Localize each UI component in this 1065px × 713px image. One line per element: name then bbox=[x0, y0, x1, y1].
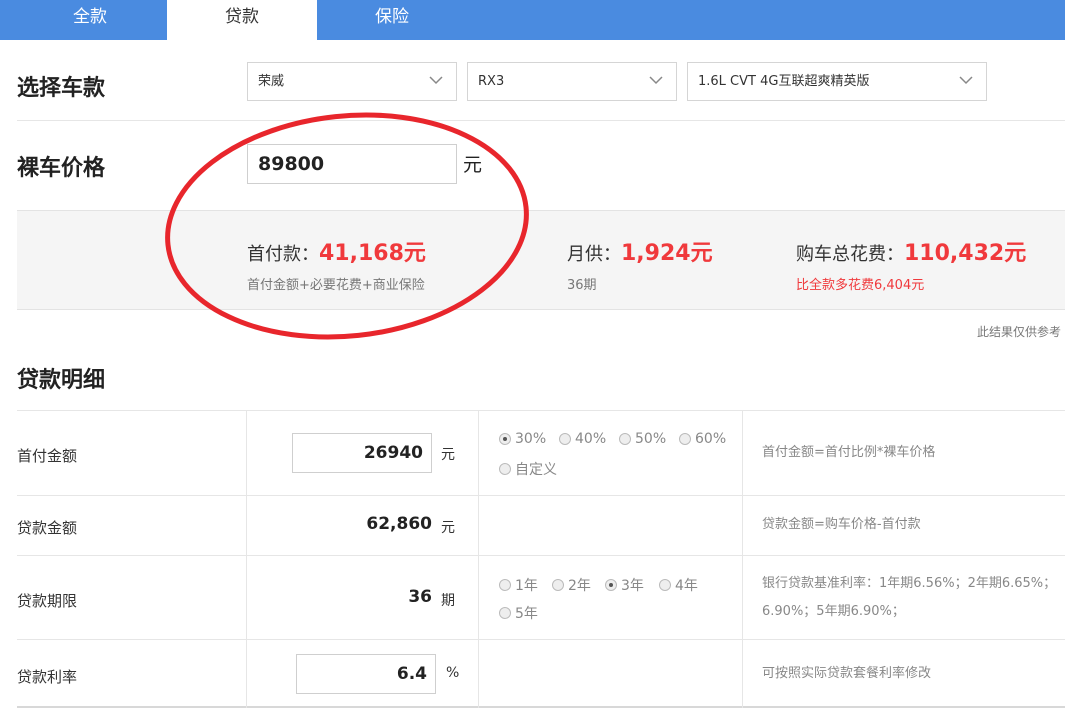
total-summary: 购车总花费：110,432元 bbox=[796, 235, 1026, 267]
rate-unit: % bbox=[446, 665, 460, 681]
down-ratio-30-radio[interactable]: 30% bbox=[499, 431, 546, 447]
term-4y-radio[interactable]: 4年 bbox=[659, 575, 698, 595]
radio-icon bbox=[499, 463, 511, 475]
down-payment-label: 首付款： bbox=[247, 244, 319, 265]
monthly-value: 1,924元 bbox=[621, 241, 713, 266]
table-border bbox=[742, 410, 743, 708]
radio-icon bbox=[679, 433, 691, 445]
radio-label: 60% bbox=[695, 431, 727, 447]
loan-amount-value: 62,860 bbox=[366, 514, 432, 534]
table-border bbox=[17, 706, 1065, 708]
tab-loan[interactable]: 贷款 bbox=[167, 0, 317, 40]
radio-label: 50% bbox=[635, 431, 667, 447]
total-label: 购车总花费： bbox=[796, 244, 904, 265]
radio-icon bbox=[552, 579, 564, 591]
radio-checked-icon bbox=[499, 433, 511, 445]
monthly-sub: 36期 bbox=[567, 278, 597, 293]
down-amount-input[interactable]: 26940 bbox=[292, 433, 432, 473]
radio-label: 自定义 bbox=[515, 462, 557, 478]
total-value: 110,432元 bbox=[904, 241, 1027, 266]
radio-label: 30% bbox=[515, 431, 547, 447]
tab-bar: 全款 贷款 保险 bbox=[0, 0, 1065, 40]
loan-term-desc-1: 银行贷款基准利率：1年期6.56%；2年期6.65%； bbox=[762, 576, 1057, 591]
term-2y-radio[interactable]: 2年 bbox=[552, 575, 591, 595]
monthly-summary: 月供：1,924元 bbox=[567, 235, 713, 267]
version-select[interactable]: 1.6L CVT 4G互联超爽精英版 bbox=[687, 62, 987, 101]
model-select-value: RX3 bbox=[478, 74, 505, 89]
brand-select[interactable]: 荣威 bbox=[247, 62, 457, 101]
radio-label: 1年 bbox=[515, 578, 538, 594]
table-border bbox=[17, 555, 1065, 556]
term-1y-radio[interactable]: 1年 bbox=[499, 575, 538, 595]
down-payment-sub: 首付金额+必要花费+商业保险 bbox=[247, 278, 425, 293]
radio-icon bbox=[499, 579, 511, 591]
loan-detail-title: 贷款明细 bbox=[17, 368, 106, 393]
table-border bbox=[478, 410, 479, 708]
radio-label: 3年 bbox=[621, 578, 644, 594]
loan-term-desc-2: 6.90%；5年期6.90%； bbox=[762, 604, 905, 619]
rate-label: 贷款利率 bbox=[17, 668, 78, 686]
chevron-down-icon bbox=[429, 76, 443, 85]
term-3y-radio[interactable]: 3年 bbox=[605, 575, 644, 595]
model-select[interactable]: RX3 bbox=[467, 62, 677, 101]
brand-select-value: 荣威 bbox=[258, 74, 285, 89]
loan-amount-label: 贷款金额 bbox=[17, 519, 78, 537]
chevron-down-icon bbox=[649, 76, 663, 85]
monthly-label: 月供： bbox=[567, 244, 621, 265]
down-ratio-custom-radio[interactable]: 自定义 bbox=[499, 459, 557, 479]
down-payment-summary: 首付款：41,168元 bbox=[247, 235, 426, 267]
table-border bbox=[17, 639, 1065, 640]
select-car-label: 选择车款 bbox=[17, 76, 106, 101]
radio-icon bbox=[559, 433, 571, 445]
down-ratio-60-radio[interactable]: 60% bbox=[679, 431, 726, 447]
table-border bbox=[246, 410, 247, 708]
table-border bbox=[17, 410, 1065, 411]
down-amount-label: 首付金额 bbox=[17, 447, 78, 465]
radio-label: 4年 bbox=[675, 578, 698, 594]
chevron-down-icon bbox=[959, 76, 973, 85]
radio-checked-icon bbox=[605, 579, 617, 591]
radio-icon bbox=[619, 433, 631, 445]
radio-label: 2年 bbox=[568, 578, 591, 594]
rate-desc: 可按照实际贷款套餐利率修改 bbox=[762, 666, 932, 681]
down-ratio-50-radio[interactable]: 50% bbox=[619, 431, 666, 447]
down-amount-desc: 首付金额=首付比例*裸车价格 bbox=[762, 445, 936, 460]
price-input[interactable]: 89800 bbox=[247, 144, 457, 184]
loan-amount-desc: 贷款金额=购车价格-首付款 bbox=[762, 517, 921, 532]
tab-insurance[interactable]: 保险 bbox=[317, 0, 467, 40]
loan-term-label: 贷款期限 bbox=[17, 592, 78, 610]
tab-full-payment[interactable]: 全款 bbox=[15, 0, 165, 40]
price-label: 裸车价格 bbox=[17, 156, 106, 181]
term-5y-radio[interactable]: 5年 bbox=[499, 603, 538, 623]
loan-amount-unit: 元 bbox=[441, 520, 455, 536]
version-select-value: 1.6L CVT 4G互联超爽精英版 bbox=[698, 74, 870, 89]
table-border bbox=[17, 495, 1065, 496]
radio-label: 40% bbox=[575, 431, 607, 447]
radio-icon bbox=[659, 579, 671, 591]
down-amount-unit: 元 bbox=[441, 447, 455, 463]
rate-input[interactable]: 6.4 bbox=[296, 654, 436, 694]
radio-label: 5年 bbox=[515, 606, 538, 622]
divider bbox=[17, 120, 1065, 121]
loan-term-unit: 期 bbox=[441, 593, 455, 609]
disclaimer-note: 此结果仅供参考 bbox=[976, 325, 1061, 339]
down-ratio-40-radio[interactable]: 40% bbox=[559, 431, 606, 447]
radio-icon bbox=[499, 607, 511, 619]
total-sub: 比全款多花费6,404元 bbox=[796, 278, 925, 293]
loan-term-value: 36 bbox=[408, 587, 432, 607]
down-payment-value: 41,168元 bbox=[319, 241, 426, 266]
price-unit: 元 bbox=[463, 154, 483, 176]
summary-panel: 首付款：41,168元 首付金额+必要花费+商业保险 月供：1,924元 36期… bbox=[17, 210, 1065, 310]
